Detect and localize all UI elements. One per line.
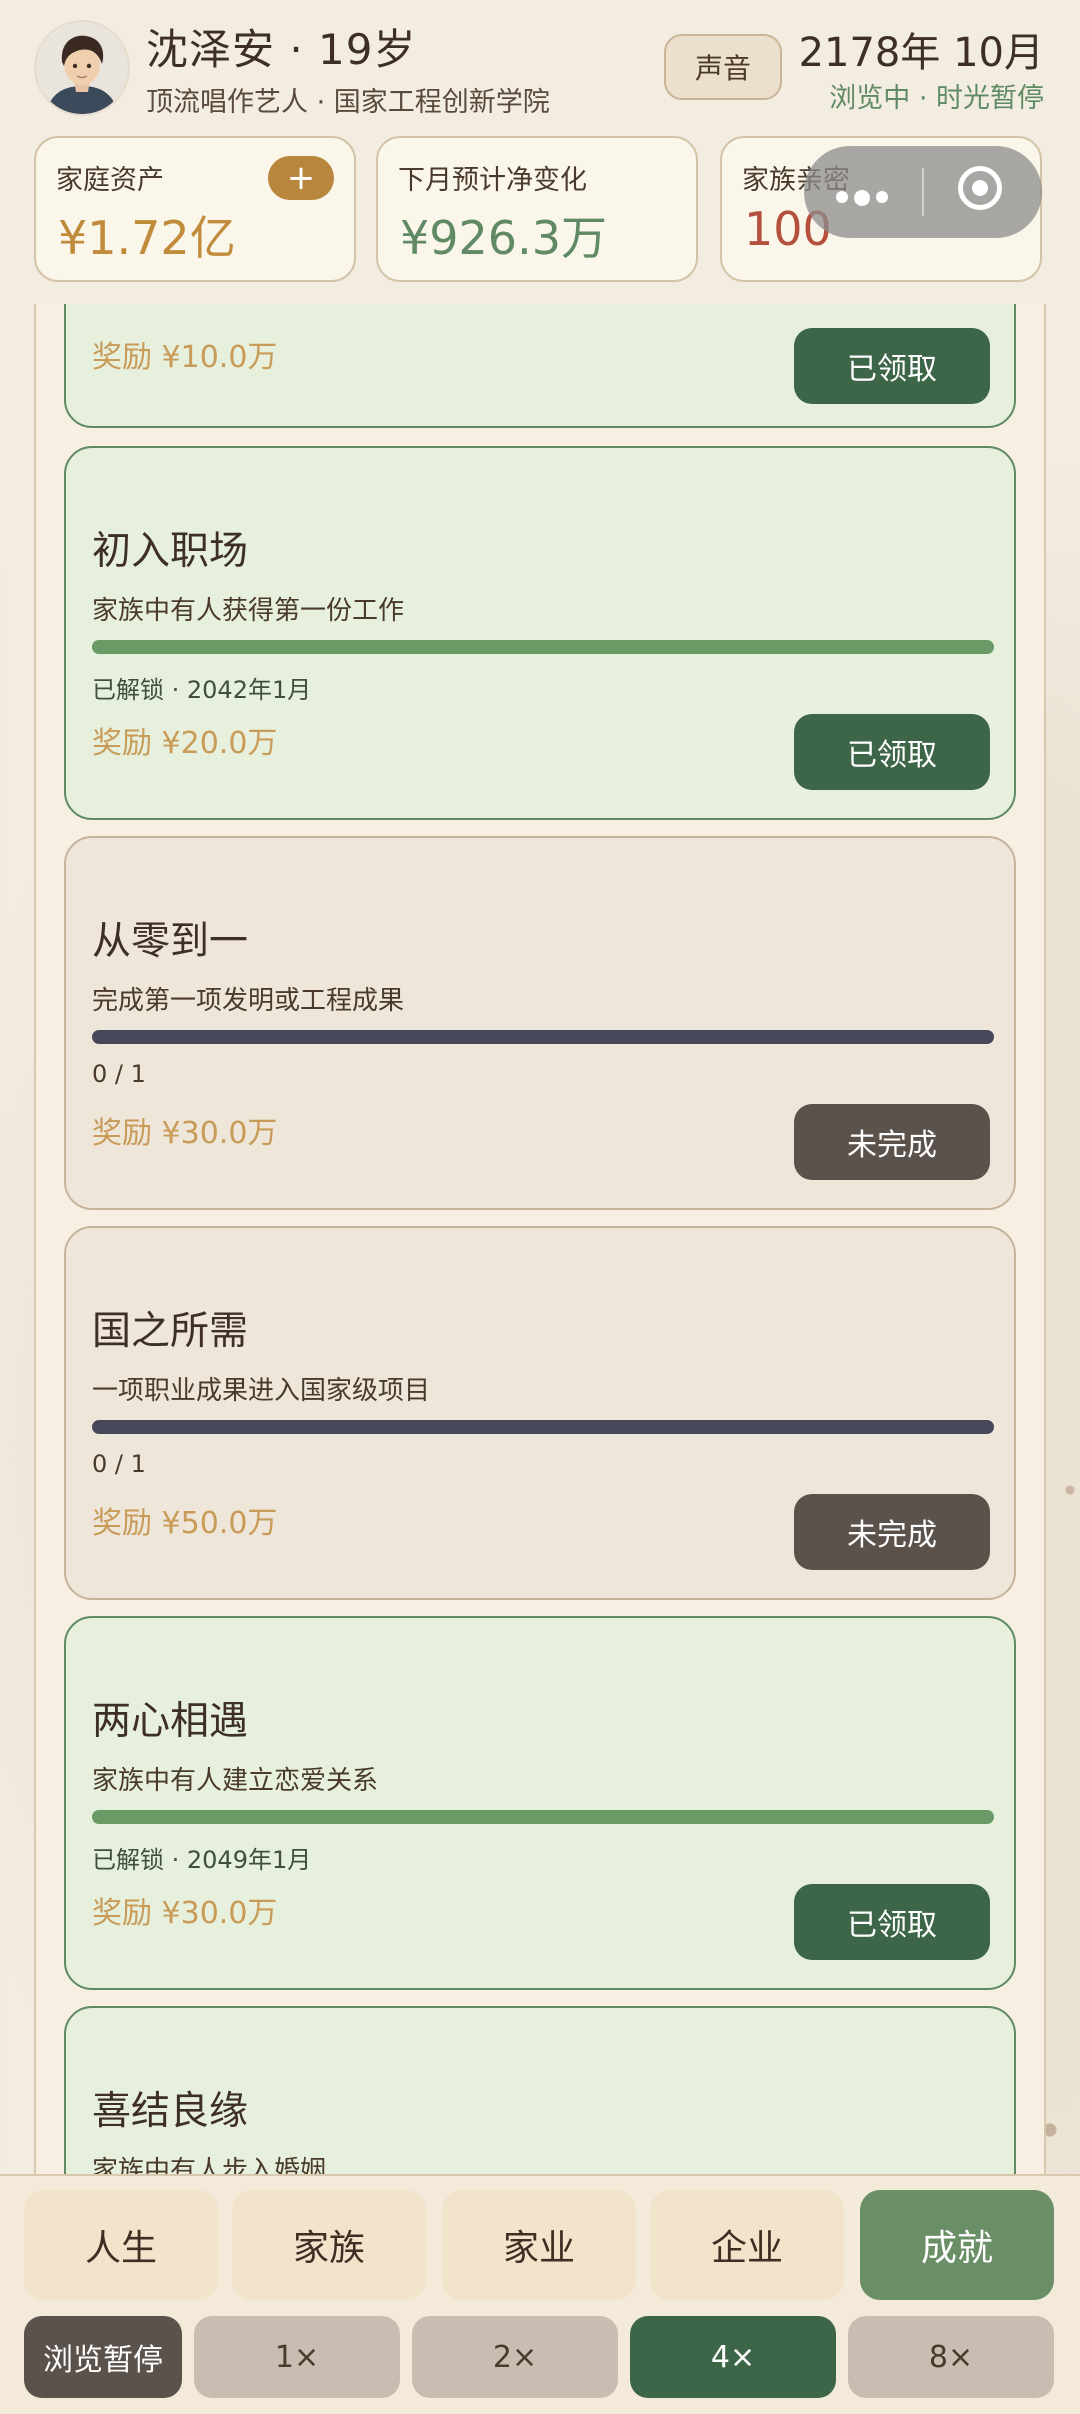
- achievement-claim-button[interactable]: 未完成: [794, 1494, 990, 1570]
- achievement-progress-bar: [92, 640, 994, 654]
- achievement-status: 0 / 1: [92, 1060, 146, 1088]
- miniprogram-capsule: [804, 146, 1042, 238]
- character-name: 沈泽安 · 19岁: [146, 25, 417, 74]
- avatar[interactable]: [34, 20, 130, 116]
- achievement-progress-fill: [92, 640, 994, 654]
- achievement-status: 已解锁 · 2049年1月: [92, 1846, 312, 1874]
- family-assets-label: 家庭资产: [56, 165, 164, 196]
- character-subtitle: 顶流唱作艺人 · 国家工程创新学院: [146, 87, 550, 118]
- achievement-description: 完成第一项发明或工程成果: [92, 986, 405, 1016]
- achievement-title: 喜结良缘: [92, 2089, 249, 2134]
- capsule-divider: [922, 168, 924, 216]
- achievement-description: 一项职业成果进入国家级项目: [92, 1376, 431, 1406]
- achievement-reward: 奖励 ¥30.0万: [92, 1896, 278, 1931]
- achievement-status: 0 / 1: [92, 1450, 146, 1478]
- achievement-reward: 奖励 ¥20.0万: [92, 726, 278, 761]
- pause-browse-button[interactable]: 浏览暂停: [24, 2316, 182, 2398]
- achievement-title: 两心相遇: [92, 1699, 249, 1744]
- tab-life[interactable]: 人生: [24, 2190, 218, 2300]
- achievement-description: 家族中有人获得第一份工作: [92, 596, 405, 626]
- sound-button[interactable]: 声音: [664, 34, 782, 100]
- achievement-list[interactable]: 奖励 ¥10.0万 已领取 初入职场 家族中有人获得第一份工作 已解锁 · 2042年1…: [34, 304, 1046, 2174]
- profile-header: 沈泽安 · 19岁 顶流唱作艺人 · 国家工程创新学院 声音 2178年 10月…: [0, 0, 1080, 130]
- achievement-card: 从零到一完成第一项发明或工程成果 0 / 1 奖励 ¥30.0万 未完成: [64, 836, 1016, 1210]
- achievement-progress-bar: [92, 1810, 994, 1824]
- achievement-description: 家族中有人步入婚姻: [92, 2156, 327, 2174]
- achievement-claim-button[interactable]: 已领取: [794, 328, 990, 404]
- achievement-claim-button[interactable]: 未完成: [794, 1104, 990, 1180]
- speed-4x-button[interactable]: 4×: [630, 2316, 836, 2398]
- achievement-status: 已解锁 · 2042年1月: [92, 676, 312, 704]
- achievement-card: 奖励 ¥10.0万 已领取: [64, 304, 1016, 428]
- bottom-nav: 人生 家族 家业 企业 成就 浏览暂停 1× 2× 4× 8×: [0, 2174, 1080, 2414]
- speed-2x-button[interactable]: 2×: [412, 2316, 618, 2398]
- achievement-card: 初入职场家族中有人获得第一份工作 已解锁 · 2042年1月奖励 ¥20.0万 已领…: [64, 446, 1016, 820]
- achievement-reward: 奖励 ¥30.0万: [92, 1116, 278, 1151]
- achievement-claim-button[interactable]: 已领取: [794, 1884, 990, 1960]
- achievement-reward: 奖励 ¥50.0万: [92, 1506, 278, 1541]
- tab-family[interactable]: 家族: [232, 2190, 426, 2300]
- close-miniprogram-icon[interactable]: [958, 166, 1002, 210]
- time-status: 浏览中 · 时光暂停: [829, 83, 1044, 114]
- tab-estate[interactable]: 家业: [442, 2190, 636, 2300]
- achievement-progress-bar: [92, 1420, 994, 1434]
- tab-achievements[interactable]: 成就: [860, 2190, 1054, 2300]
- achievement-title: 国之所需: [92, 1309, 249, 1354]
- achievement-progress-fill: [92, 1810, 994, 1824]
- speed-8x-button[interactable]: 8×: [848, 2316, 1054, 2398]
- add-assets-button[interactable]: +: [268, 156, 334, 200]
- family-assets-value: ¥1.72亿: [58, 211, 236, 265]
- monthly-change-label: 下月预计净变化: [398, 165, 587, 196]
- achievement-card: 国之所需一项职业成果进入国家级项目 0 / 1 奖励 ¥50.0万 未完成: [64, 1226, 1016, 1600]
- monthly-change-card: 下月预计净变化 ¥926.3万: [376, 136, 698, 282]
- achievement-progress-bar: [92, 1030, 994, 1044]
- speed-1x-button[interactable]: 1×: [194, 2316, 400, 2398]
- achievement-title: 初入职场: [92, 529, 249, 574]
- game-date: 2178年 10月: [798, 30, 1044, 76]
- achievement-claim-button[interactable]: 已领取: [794, 714, 990, 790]
- achievement-reward: 奖励 ¥10.0万: [92, 340, 278, 375]
- more-icon[interactable]: [836, 188, 894, 207]
- achievement-card: 两心相遇家族中有人建立恋爱关系 已解锁 · 2049年1月奖励 ¥30.0万 已领取: [64, 1616, 1016, 1990]
- family-assets-card: 家庭资产 ¥1.72亿 +: [34, 136, 356, 282]
- achievement-card: 喜结良缘家族中有人步入婚姻: [64, 2006, 1016, 2174]
- tab-company[interactable]: 企业: [650, 2190, 844, 2300]
- monthly-change-value: ¥926.3万: [400, 211, 607, 265]
- achievement-description: 家族中有人建立恋爱关系: [92, 1766, 379, 1796]
- achievement-title: 从零到一: [92, 919, 249, 964]
